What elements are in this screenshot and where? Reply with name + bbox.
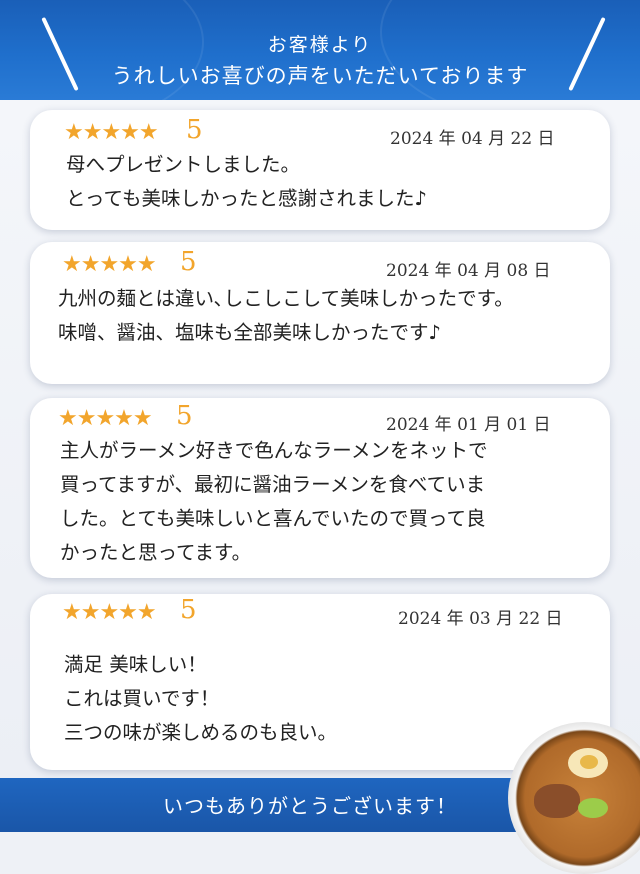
review-card: ★★★★★ 5 2024 年 04 月 08 日 九州の麺とは違い､しこしこして… bbox=[30, 242, 610, 384]
star-rating-icons: ★★★★★ bbox=[62, 600, 157, 625]
review-date: 2024 年 01 月 01 日 bbox=[386, 415, 551, 435]
review-text: 母へプレゼントしました。 とっても美味しかったと感謝されました♪ bbox=[66, 153, 427, 210]
header-subtitle: お客様より bbox=[267, 34, 373, 56]
star-rating-icons: ★★★★★ bbox=[62, 252, 157, 277]
review-card: ★★★★★ 5 2024 年 03 月 22 日 満足 美味しい！ これは買いで… bbox=[30, 594, 610, 770]
header-title: うれしいお喜びの声をいただいております bbox=[111, 64, 529, 88]
star-rating-icons: ★★★★★ bbox=[58, 406, 153, 431]
green-onion-topping bbox=[578, 798, 608, 818]
rating-value: 5 bbox=[186, 115, 203, 145]
review-text: 九州の麺とは違い､しこしこして美味しかったです。 味噌、醤油、塩味も全部美味しか… bbox=[58, 287, 514, 344]
review-card: ★★★★★ 5 2024 年 04 月 22 日 母へプレゼントしました。 とっ… bbox=[30, 110, 610, 230]
egg-yolk bbox=[580, 755, 598, 769]
review-date: 2024 年 04 月 22 日 bbox=[390, 129, 555, 149]
review-date: 2024 年 04 月 08 日 bbox=[386, 261, 551, 281]
ramen-bowl-image bbox=[508, 722, 640, 874]
header-banner: お客様より うれしいお喜びの声をいただいております bbox=[0, 0, 640, 100]
footer-thanks-text: いつもありがとうございます！ bbox=[163, 794, 457, 818]
chashu-topping bbox=[534, 784, 580, 818]
rating-value: 5 bbox=[180, 595, 197, 625]
star-rating-icons: ★★★★★ bbox=[64, 120, 159, 145]
review-text: 主人がラーメン好きで色んなラーメンをネットで 買ってますが、最初に醤油ラーメンを… bbox=[60, 439, 488, 564]
review-date: 2024 年 03 月 22 日 bbox=[398, 609, 563, 629]
review-card: ★★★★★ 5 2024 年 01 月 01 日 主人がラーメン好きで色んなラー… bbox=[30, 398, 610, 578]
review-text: 満足 美味しい！ これは買いです！ 三つの味が楽しめるのも良い。 bbox=[64, 653, 338, 744]
rating-value: 5 bbox=[180, 247, 197, 277]
rating-value: 5 bbox=[176, 401, 193, 431]
